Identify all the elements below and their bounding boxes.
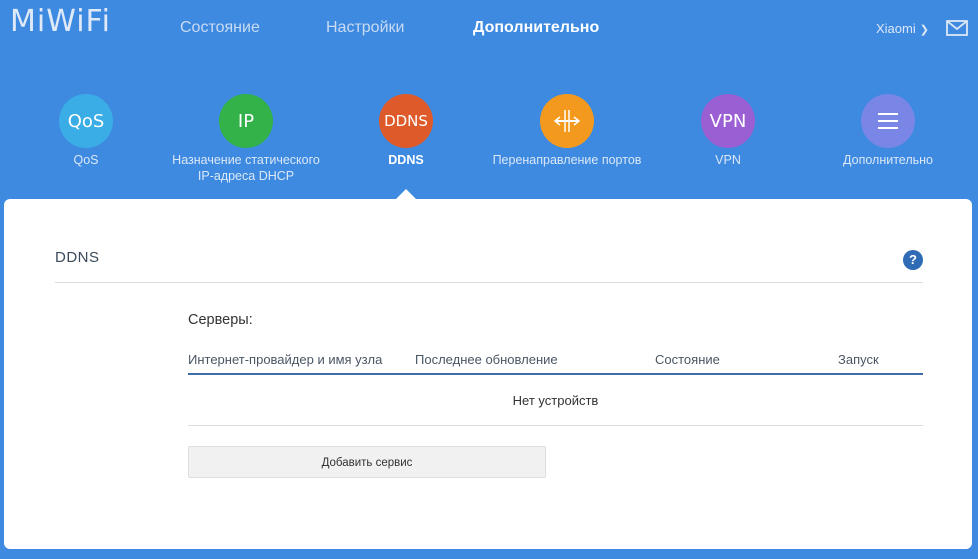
app-label-line1: Назначение статического [172, 153, 320, 167]
table-row-line [188, 425, 923, 426]
app-qos[interactable]: QoS QoS [1, 90, 171, 168]
app-label-line2: IP-адреса DHCP [197, 169, 295, 183]
empty-message: Нет устройств [512, 393, 599, 408]
ddns-icon: DDNS [379, 94, 433, 148]
servers-label: Серверы: [188, 312, 253, 328]
active-pointer [396, 189, 416, 199]
app-port-forward[interactable]: Перенаправление портов [482, 90, 652, 168]
ddns-panel: DDNS ? Серверы: Интернет-провайдер и имя… [4, 199, 972, 549]
app-label: Дополнительно [843, 153, 933, 167]
vpn-icon: VPN [701, 94, 755, 148]
divider [55, 282, 923, 283]
top-bar: MiWiFi Состояние Настройки Дополнительно… [0, 0, 978, 56]
app-more[interactable]: Дополнительно [803, 90, 973, 168]
add-service-button[interactable]: Добавить сервис [188, 446, 546, 478]
user-name: Xiaomi [876, 21, 916, 36]
column-header-status: Состояние [655, 352, 720, 367]
column-header-last-update: Последнее обновление [415, 352, 558, 367]
nav-settings[interactable]: Настройки [326, 19, 404, 37]
app-label: Назначение статического IP-адреса DHCP [161, 152, 331, 184]
app-vpn[interactable]: VPN VPN [643, 90, 813, 168]
logo: MiWiFi [10, 4, 111, 39]
chevron-down-icon: ❯ [919, 24, 929, 36]
app-static-ip[interactable]: IP Назначение статического IP-адреса DHC… [161, 90, 331, 184]
app-label: QoS [73, 153, 99, 167]
table-header-line [188, 373, 923, 375]
qos-icon: QoS [59, 94, 113, 148]
app-label: DDNS [388, 153, 424, 167]
panel-title: DDNS [55, 249, 100, 266]
mail-icon[interactable] [946, 19, 968, 42]
column-header-launch: Запуск [838, 352, 879, 367]
nav-advanced[interactable]: Дополнительно [473, 19, 599, 37]
ip-icon: IP [219, 94, 273, 148]
app-ddns[interactable]: DDNS DDNS [321, 90, 491, 168]
app-label: Перенаправление портов [492, 153, 642, 167]
user-menu[interactable]: Xiaomi ❯ [876, 21, 929, 36]
help-icon[interactable]: ? [903, 250, 923, 270]
app-label: VPN [715, 153, 741, 167]
menu-icon [861, 94, 915, 148]
app-strip: QoS QoS IP Назначение статического IP-ад… [0, 90, 978, 200]
nav-status[interactable]: Состояние [180, 19, 260, 37]
column-header-provider: Интернет-провайдер и имя узла [188, 352, 383, 367]
port-forward-icon [540, 94, 594, 148]
